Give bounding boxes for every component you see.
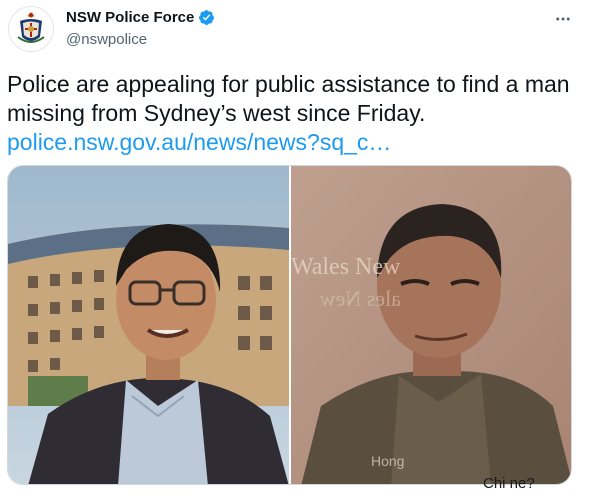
tweet-link[interactable]: police.nsw.gov.au/news/news?sq_c… (7, 128, 391, 157)
photo-scene-right: Wales New ales New Hong (291, 166, 571, 484)
tweet-media[interactable]: Wales New ales New Hong (7, 165, 572, 485)
more-options-button[interactable] (548, 4, 578, 34)
display-name[interactable]: NSW Police Force (66, 9, 194, 26)
id-overlay-text-1: Wales New (291, 254, 401, 280)
photo-missing-man-1[interactable] (8, 166, 291, 484)
tweet-text: Police are appealing for public assistan… (7, 71, 570, 126)
avatar[interactable] (8, 6, 54, 52)
verified-badge-icon (199, 10, 215, 25)
nsw-police-crest-icon (11, 9, 51, 49)
watermark-text: Chi ne? (483, 475, 535, 492)
photo-missing-man-2[interactable]: Wales New ales New Hong (291, 166, 571, 484)
id-overlay-text-2: ales New (320, 286, 401, 311)
id-overlay-text-3: Hong (371, 453, 404, 469)
account-handle[interactable]: @nswpolice (66, 31, 147, 48)
more-dots-icon (556, 17, 570, 21)
photo-scene-left (8, 166, 289, 484)
